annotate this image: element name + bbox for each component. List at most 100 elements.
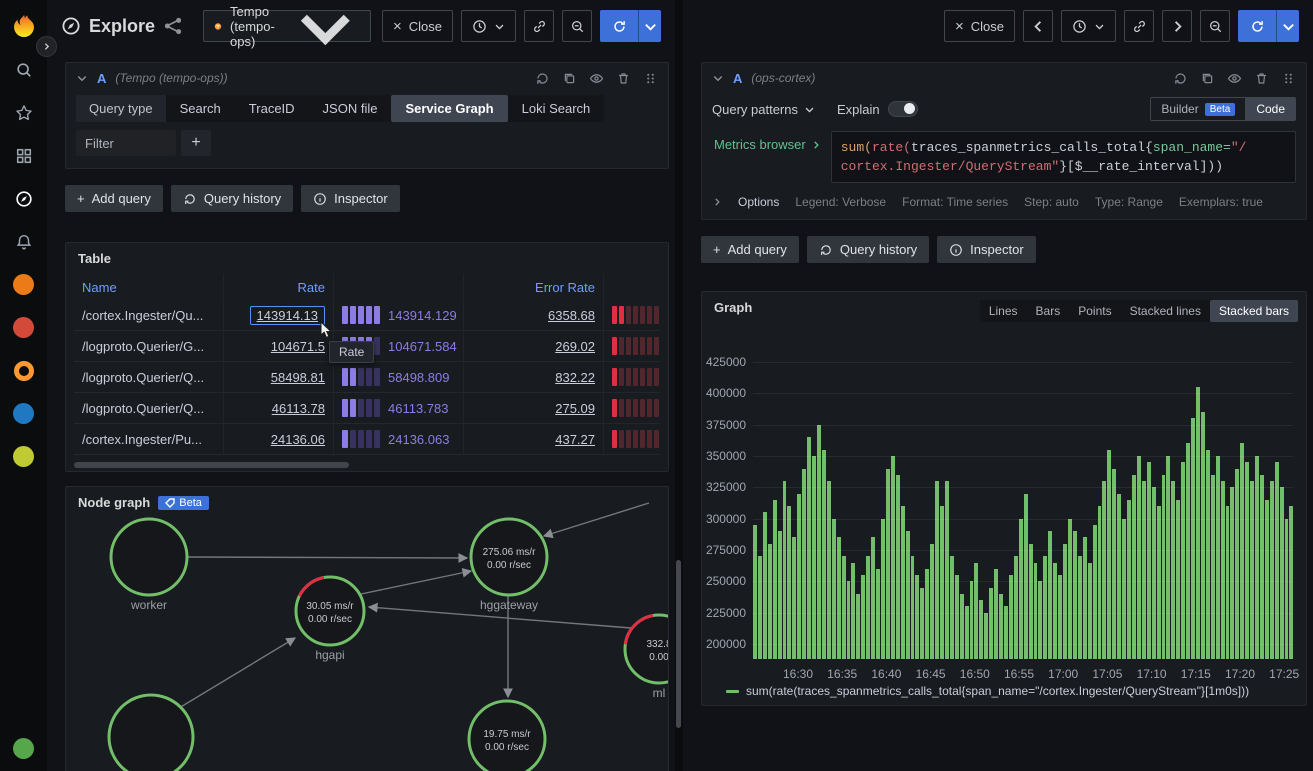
chevron-right-icon[interactable] (712, 197, 722, 207)
trash-icon[interactable] (616, 71, 631, 86)
table-panel-title: Table (66, 243, 668, 270)
mode-stacked-bars[interactable]: Stacked bars (1210, 300, 1298, 322)
run-query-button[interactable] (1238, 10, 1299, 42)
app-orange-icon[interactable] (0, 263, 47, 306)
history-icon (819, 243, 833, 257)
tab-service-graph[interactable]: Service Graph (391, 95, 507, 122)
link-button[interactable] (1124, 10, 1154, 42)
close-split-button[interactable]: ×Close (944, 10, 1015, 42)
datasource-picker[interactable]: Tempo (tempo-ops) (203, 10, 371, 42)
tab-traceid[interactable]: TraceID (235, 95, 309, 122)
error-rate-link[interactable]: 269.02 (555, 339, 595, 354)
zoom-out-button[interactable] (1200, 10, 1230, 42)
column-header-error-rate[interactable]: Error Rate (464, 274, 604, 300)
cell-name[interactable]: /logproto.Querier/G... (74, 331, 224, 362)
rate-gauge-segment (366, 368, 372, 386)
drag-handle-icon[interactable] (643, 71, 658, 86)
left-pane-scrollbar[interactable] (676, 560, 681, 728)
move-pane-left-button[interactable] (1023, 10, 1053, 42)
query-history-button[interactable]: Query history (807, 236, 929, 263)
rate-link[interactable]: 58498.81 (271, 370, 325, 385)
promql-code-editor[interactable]: sum(rate(traces_spanmetrics_calls_total{… (831, 131, 1296, 183)
rate-link[interactable]: 104671.5 (271, 339, 325, 354)
chart-bar (901, 506, 905, 659)
sidebar-expand-button[interactable] (36, 36, 57, 57)
collapse-chevron-icon[interactable] (76, 72, 88, 84)
chart-bar (1230, 487, 1234, 659)
cell-name[interactable]: /cortex.Ingester/Qu... (74, 300, 224, 331)
close-split-button[interactable]: ×Close (382, 10, 453, 42)
error-gauge-segment (647, 399, 652, 417)
tab-search[interactable]: Search (166, 95, 235, 122)
table-horizontal-scrollbar[interactable] (74, 462, 660, 468)
starred-icon[interactable] (0, 91, 47, 134)
cell-name[interactable]: /logproto.Querier/Q... (74, 393, 224, 424)
rate-link[interactable]: 143914.13 (257, 308, 318, 323)
collapse-chevron-icon[interactable] (712, 72, 724, 84)
query-history-button[interactable]: Query history (171, 185, 293, 212)
explore-icon[interactable] (0, 177, 47, 220)
eye-icon[interactable] (589, 71, 604, 86)
inspector-button[interactable]: Inspector (301, 185, 399, 212)
chevron-left-icon (1031, 19, 1046, 34)
node-graph-node-worker[interactable] (111, 519, 187, 595)
zoom-out-button[interactable] (562, 10, 592, 42)
explain-toggle[interactable] (888, 101, 918, 117)
column-header-rate[interactable]: Rate (224, 274, 334, 300)
history-icon[interactable] (1173, 71, 1188, 86)
error-rate-link[interactable]: 832.22 (555, 370, 595, 385)
x-axis-tick: 17:05 (1085, 667, 1129, 681)
alerting-icon[interactable] (0, 220, 47, 263)
metrics-browser-button[interactable]: Metrics browser (712, 131, 823, 158)
series-legend[interactable]: sum(rate(traces_spanmetrics_calls_total{… (726, 684, 1249, 698)
app-green-icon[interactable] (0, 733, 47, 763)
drag-handle-icon[interactable] (1281, 71, 1296, 86)
node-graph-canvas[interactable]: worker275.06 ms/r0.00 r/sechggateway30.0… (66, 487, 668, 771)
app-amber-ring-icon[interactable] (0, 349, 47, 392)
add-filter-button[interactable]: + (181, 130, 211, 156)
add-query-button[interactable]: +Add query (701, 236, 799, 263)
error-rate-link[interactable]: 6358.68 (548, 308, 595, 323)
move-pane-right-button[interactable] (1162, 10, 1192, 42)
link-button[interactable] (524, 10, 554, 42)
cell-name[interactable]: /logproto.Querier/Q... (74, 362, 224, 393)
column-header-name[interactable]: Name (74, 274, 224, 300)
error-rate-link[interactable]: 437.27 (555, 432, 595, 447)
rate-link[interactable]: 46113.78 (272, 401, 325, 416)
inspector-button[interactable]: Inspector (937, 236, 1035, 263)
split-view-icon[interactable] (163, 16, 183, 36)
copy-icon[interactable] (562, 71, 577, 86)
tab-loki-search[interactable]: Loki Search (508, 95, 605, 122)
tab-json-file[interactable]: JSON file (309, 95, 392, 122)
time-picker-button[interactable] (1061, 10, 1116, 42)
cell-name[interactable]: /cortex.Ingester/Pu... (74, 424, 224, 455)
code-mode-button[interactable]: Code (1245, 98, 1295, 120)
app-blue-icon[interactable] (0, 392, 47, 435)
mode-bars[interactable]: Bars (1027, 300, 1070, 322)
app-red-icon[interactable] (0, 306, 47, 349)
builder-mode-button[interactable]: BuilderBeta (1151, 98, 1245, 120)
error-rate-link[interactable]: 275.09 (555, 401, 595, 416)
add-query-button[interactable]: +Add query (65, 185, 163, 212)
copy-icon[interactable] (1200, 71, 1215, 86)
node-graph-node-node-bl[interactable] (109, 695, 193, 771)
mode-points[interactable]: Points (1069, 300, 1120, 322)
options-toggle[interactable]: Options (738, 195, 779, 209)
trash-icon[interactable] (1254, 71, 1269, 86)
eye-icon[interactable] (1227, 71, 1242, 86)
error-bargauge (612, 399, 660, 417)
run-query-button[interactable] (600, 10, 661, 42)
query-patterns-button[interactable]: Query patterns (712, 102, 815, 117)
app-globe-icon[interactable] (0, 435, 47, 478)
rate-link[interactable]: 24136.06 (271, 432, 325, 447)
mode-stacked-lines[interactable]: Stacked lines (1121, 300, 1210, 322)
time-picker-button[interactable] (461, 10, 516, 42)
history-icon[interactable] (535, 71, 550, 86)
error-gauge-segment (654, 337, 659, 355)
error-gauge-segment (626, 399, 631, 417)
dashboards-icon[interactable] (0, 134, 47, 177)
mode-lines[interactable]: Lines (980, 300, 1027, 322)
scrollbar-thumb[interactable] (74, 462, 349, 468)
filter-input[interactable]: Filter (76, 130, 176, 156)
chevron-down-icon (804, 104, 815, 115)
